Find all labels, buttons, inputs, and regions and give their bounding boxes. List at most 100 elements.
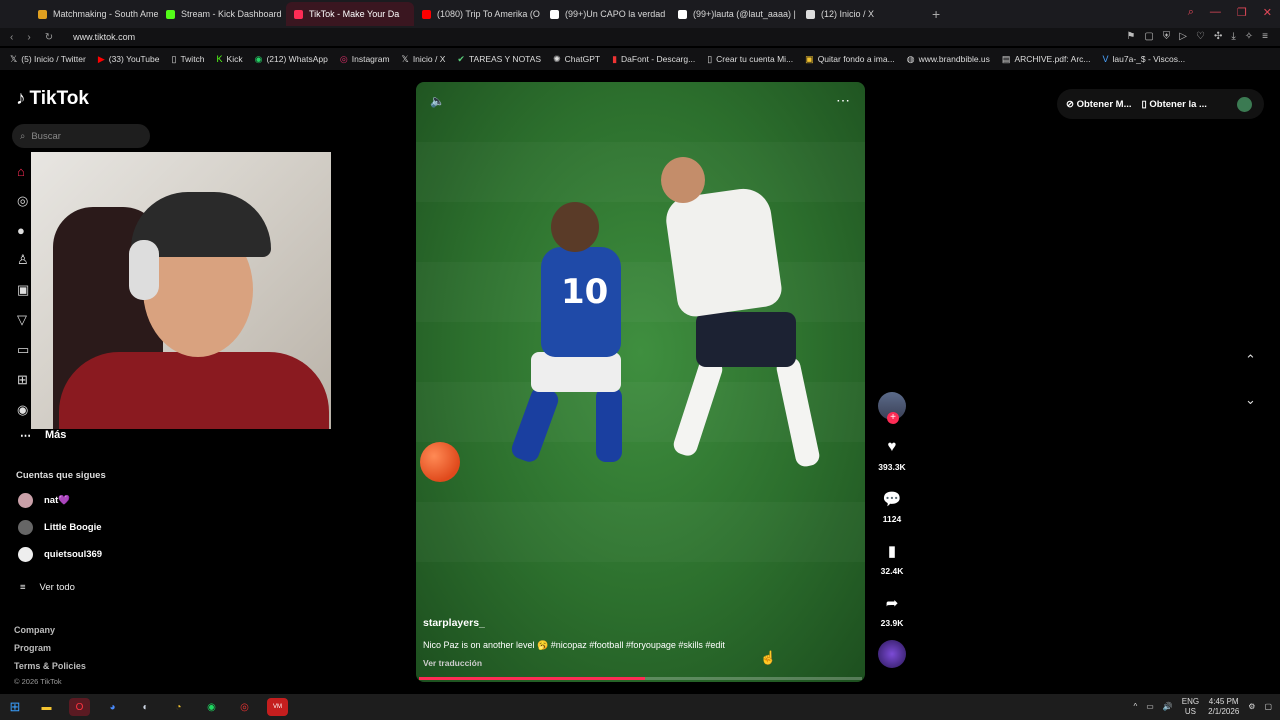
bookmark-icon[interactable]: ⚑ [1126,31,1135,42]
footer-terms[interactable]: Terms & Policies [14,661,86,671]
bookmark-item[interactable]: K Kick [217,54,243,64]
chevron-up-icon[interactable]: ⌃ [1245,352,1256,368]
close-icon[interactable]: ✕ [1263,6,1272,19]
forward-icon[interactable]: › [27,32,30,43]
volume-icon[interactable]: 🔈 [430,94,445,108]
profile-icon[interactable]: ● [17,223,29,238]
app-icon[interactable]: ◎ [234,698,255,716]
heart-icon[interactable]: ♡ [1196,31,1205,42]
activity-icon[interactable]: ▽ [17,312,29,328]
creator-avatar[interactable]: + [878,392,906,424]
chevron-down-icon[interactable]: ⌄ [1245,392,1256,408]
bookmark-item[interactable]: ▶ (33) YouTube [98,54,160,65]
get-coins-button[interactable]: ⊘ Obtener M... [1066,99,1132,110]
home-icon[interactable]: ⌂ [17,164,29,179]
sidebar-more[interactable]: ⋯ Más [20,429,66,442]
tiktok-logo[interactable]: ♪ TikTok [16,88,89,110]
headset [129,240,159,300]
search-input[interactable]: ⌕ Buscar [12,124,150,148]
music-disc-icon[interactable] [878,640,906,668]
browser-tab[interactable]: Stream - Kick Dashboard [158,2,286,26]
minimize-icon[interactable]: — [1210,6,1221,19]
voicemeeter-icon[interactable]: VM [267,698,288,716]
url-field[interactable]: www.tiktok.com [73,32,135,42]
footer-program[interactable]: Program [14,643,86,653]
screenshot-icon[interactable]: ▢ [1144,31,1153,42]
upload-icon[interactable]: ⊞ [17,372,29,388]
like-action[interactable]: ♥ 393.3K [878,438,905,472]
live-icon[interactable]: ▣ [17,282,29,298]
spotify-icon[interactable]: ◉ [201,698,222,716]
bookmark-label: Twitch [180,54,205,64]
settings-icon[interactable]: ⚙ [1248,702,1255,711]
windows-start-icon[interactable]: ⊞ [0,699,30,715]
new-tab-icon[interactable]: + [932,6,940,22]
bookmark-item[interactable]: ✔ TAREAS Y NOTAS [457,54,541,65]
tab-favicon-icon [678,9,687,19]
following-account[interactable]: Little Boogie [18,520,102,535]
ai-icon[interactable]: ✧ [1245,31,1253,42]
bookmark-item[interactable]: Vlau7a-_$ - Viscos... [1103,54,1186,64]
opera-gx-icon[interactable]: O [69,698,90,716]
shield-icon[interactable]: ⛨ [1163,31,1171,42]
bookmark-item[interactable]: ▯ Twitch [171,54,204,65]
bookmark-item[interactable]: ▯ Crear tu cuenta Mi... [707,54,793,65]
bookmark-item[interactable]: ◉ (212) WhatsApp [255,54,328,65]
bookmark-item[interactable]: ▮ DaFont - Descarg... [612,54,695,65]
network-icon[interactable]: ▭ [1146,702,1154,711]
get-app-button[interactable]: ▯ Obtener la ... [1142,99,1207,110]
see-all-following[interactable]: ≡ Ver todo [20,582,75,593]
language-indicator[interactable]: ENG US [1182,697,1199,715]
v-icon: V [1102,54,1109,64]
chrome-dev-icon[interactable]: ◕ [102,698,123,716]
comment-count: 1124 [882,514,902,524]
footer-company[interactable]: Company [14,625,86,635]
avatar-icon[interactable]: ◉ [17,402,29,418]
video-progress-bar[interactable] [419,677,862,680]
menu-icon[interactable]: ≡ [1262,31,1268,42]
play-icon[interactable]: ▷ [1179,31,1187,42]
maximize-icon[interactable]: ❐ [1237,6,1247,19]
follow-plus-icon[interactable]: + [887,412,899,424]
bookmark-item[interactable]: 𝕏 (5) Inicio / Twitter [10,54,86,65]
chrome-icon[interactable]: ◔ [168,698,189,716]
share-action[interactable]: ➦ 23.9K [881,594,904,628]
comment-action[interactable]: 💬 1124 [883,490,902,524]
download-icon[interactable]: ⤓ [1231,31,1235,42]
video-author[interactable]: starplayers_ [423,617,485,629]
steam-icon[interactable]: ◐ [135,698,156,716]
bookmark-item[interactable]: ▣ Quitar fondo a ima... [805,54,895,65]
bookmark-item[interactable]: ◍ www.brandbible.us [907,54,990,65]
more-options-icon[interactable]: ⋯ [836,92,851,109]
file-explorer-icon[interactable]: ▬ [36,698,57,716]
browser-tab[interactable]: (12) Inicio / X [798,2,926,26]
browser-tab-active[interactable]: TikTok - Make Your Da [286,2,414,26]
save-action[interactable]: ▮ 32.4K [881,542,904,576]
browser-tab[interactable]: Matchmaking - South Ame [30,2,158,26]
see-translation[interactable]: Ver traducción [423,658,482,668]
browser-tab[interactable]: (99+)lauta (@laut_aaaa) | [670,2,798,26]
extension-icon[interactable]: ✣ [1214,31,1222,42]
bookmark-item[interactable]: ✺ ChatGPT [553,54,600,65]
following-account[interactable]: nat💜 [18,493,102,508]
browser-tab-bar: Matchmaking - South Ame Stream - Kick Da… [0,0,1280,28]
messages-icon[interactable]: ▭ [17,342,29,358]
user-avatar[interactable] [1237,96,1252,112]
following-account[interactable]: quietsoul369 [18,547,102,562]
tray-chevron-icon[interactable]: ^ [1133,702,1137,711]
explore-icon[interactable]: ◎ [17,193,29,209]
tab-label: (99+)Un CAPO la verdad [565,9,666,19]
browser-tab[interactable]: (99+)Un CAPO la verdad [542,2,670,26]
bookmark-item[interactable]: 𝕏 Inicio / X [402,54,446,65]
clock[interactable]: 4:45 PM 2/1/2026 [1208,697,1239,716]
bookmark-item[interactable]: ▤ ARCHIVE.pdf: Arc... [1002,54,1091,65]
video-player[interactable]: 10 🔈 ⋯ starplayers_ Nico Paz is on anoth… [416,82,865,682]
following-icon[interactable]: ♙ [17,252,29,268]
back-icon[interactable]: ‹ [10,32,13,43]
reload-icon[interactable]: ↻ [45,32,53,43]
speaker-icon[interactable]: 🔊 [1163,702,1173,711]
browser-tab[interactable]: (1080) Trip To Amerika (O [414,2,542,26]
search-tabs-icon[interactable]: ⌕ [1188,6,1194,19]
bookmark-item[interactable]: ◎ Instagram [340,54,390,65]
notifications-icon[interactable]: ▢ [1264,702,1272,711]
